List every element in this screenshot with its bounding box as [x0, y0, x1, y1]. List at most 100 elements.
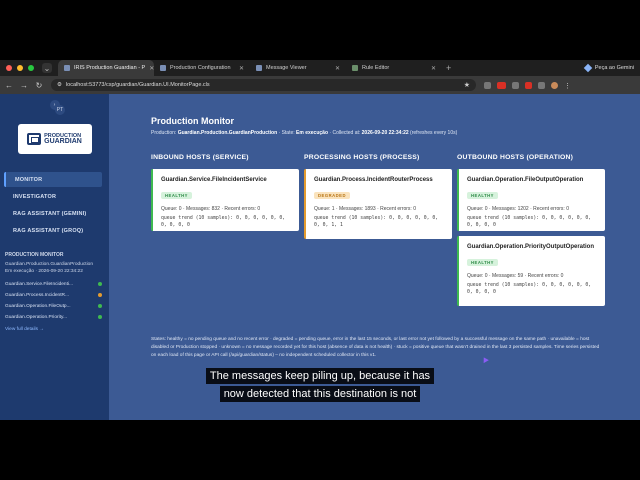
sidebar-host-item[interactable]: Guardian.Operation.FileOutp...	[5, 303, 102, 309]
tab-label: Message Viewer	[266, 65, 307, 71]
status-dot-icon	[98, 315, 102, 319]
queue-trend: queue trend (10 samples): 0, 0, 0, 0, 0,…	[467, 283, 592, 295]
host-stats: Queue: 1 · Messages: 1893 · Recent error…	[314, 206, 416, 212]
sidebar-host-label: Guardian.Operation.FileOutp...	[5, 303, 71, 309]
browser-menu-icon[interactable]: ⋮	[564, 82, 571, 90]
gemini-label: Peça ao Gemini	[594, 65, 634, 71]
sidebar-host-list: Guardian.Service.FileIncidenti... Guardi…	[0, 281, 109, 320]
sidebar-item-investigator[interactable]: INVESTIGATOR	[4, 189, 102, 204]
host-card-process[interactable]: Guardian.Process.IncidentRouterProcess D…	[304, 169, 452, 239]
tab-label: Rule Editor	[362, 65, 390, 71]
production-name: Guardian.Production.GuardianProduction	[177, 130, 278, 136]
profile-avatar[interactable]	[551, 81, 558, 89]
favicon-icon	[160, 65, 166, 71]
close-window-icon[interactable]	[6, 65, 12, 71]
browser-tab-strip: ⌄ IRIS Production Guardian - P ✕ Product…	[0, 60, 640, 76]
host-name: Guardian.Process.IncidentRouterProcess	[314, 177, 433, 183]
new-tab-icon[interactable]: +	[446, 63, 451, 73]
status-badge: HEALTHY	[467, 259, 498, 266]
processing-column: PROCESSING HOSTS (PROCESS) Guardian.Proc…	[304, 154, 454, 239]
queue-trend: queue trend (10 samples): 0, 0, 0, 0, 0,…	[467, 216, 592, 228]
sidebar-item-monitor[interactable]: MONITOR	[4, 172, 102, 187]
sidebar-host-item[interactable]: Guardian.Service.FileIncidenti...	[5, 281, 102, 287]
sidebar-top: ›	[0, 94, 109, 116]
inbound-title: INBOUND HOSTS (SERVICE)	[151, 154, 249, 161]
collected-prefix: · Collected at:	[329, 130, 361, 136]
host-card-priority-output[interactable]: Guardian.Operation.PriorityOutputOperati…	[457, 236, 605, 306]
states-legend: States: healthy = no pending queue and n…	[151, 337, 600, 358]
sidebar-item-rag-gemini[interactable]: RAG ASSISTANT (GEMINI)	[4, 206, 102, 221]
sidebar-host-item[interactable]: Guardian.Operation.Priority...	[5, 314, 102, 320]
production-state: Em execução	[296, 130, 329, 136]
sidebar-item-rag-groq[interactable]: RAG ASSISTANT (GROQ)	[4, 223, 102, 238]
reload-icon[interactable]: ↻	[33, 81, 45, 90]
gemini-icon	[583, 63, 593, 73]
status-badge: DEGRADED	[314, 192, 350, 199]
bookmark-star-icon[interactable]: ★	[464, 81, 470, 89]
minimize-window-icon[interactable]	[17, 65, 23, 71]
user-avatar[interactable]: PT	[55, 105, 65, 115]
url-text: localhost:53773/csp/guardian/Guardian.UI…	[65, 82, 210, 88]
gemini-button[interactable]: Peça ao Gemini	[583, 63, 634, 73]
production-summary: Production: Guardian.Production.Guardian…	[151, 130, 611, 136]
sidebar-item-label: INVESTIGATOR	[13, 193, 57, 200]
tab-label: Production Configuration	[170, 65, 231, 71]
close-tab-icon[interactable]: ✕	[431, 65, 436, 72]
sidebar-production-state: Em execução · 2026-09-20 22:34:22	[5, 268, 83, 274]
user-initials: PT	[56, 107, 64, 113]
sidebar-host-label: Guardian.Service.FileIncidenti...	[5, 281, 73, 287]
extension-icon[interactable]	[512, 81, 519, 89]
sidebar-nav: MONITOR INVESTIGATOR RAG ASSISTANT (GEMI…	[0, 172, 109, 238]
processing-title: PROCESSING HOSTS (PROCESS)	[304, 154, 420, 161]
adblock-extension-icon[interactable]	[497, 81, 506, 89]
favicon-icon	[256, 65, 262, 71]
video-caption: The messages keep piling up, because it …	[0, 366, 640, 402]
caption-line-1: The messages keep piling up, because it …	[205, 368, 435, 384]
sidebar-section-title: PRODUCTION MONITOR	[5, 252, 64, 258]
host-card-file-output[interactable]: Guardian.Operation.FileOutputOperation H…	[457, 169, 605, 231]
browser-tab[interactable]: IRIS Production Guardian - P ✕	[58, 60, 154, 76]
inbound-column: INBOUND HOSTS (SERVICE) Guardian.Service…	[151, 154, 301, 231]
site-info-icon[interactable]: ⚙	[57, 82, 62, 88]
host-stats: Queue: 0 · Messages: 1202 · Recent error…	[467, 206, 569, 212]
address-bar[interactable]: ⚙ localhost:53773/csp/guardian/Guardian.…	[51, 79, 476, 91]
extensions-puzzle-icon[interactable]	[538, 81, 545, 89]
close-tab-icon[interactable]: ✕	[335, 65, 340, 72]
queue-trend: queue trend (10 samples): 0, 0, 0, 0, 0,…	[161, 216, 286, 228]
caption-line-2: now detected that this destination is no…	[219, 386, 421, 402]
browser-tab[interactable]: Message Viewer ✕	[250, 60, 346, 76]
host-name: Guardian.Operation.FileOutputOperation	[467, 177, 584, 183]
host-card-service[interactable]: Guardian.Service.FileIncidentService HEA…	[151, 169, 299, 231]
host-stats: Queue: 0 · Messages: 832 · Recent errors…	[161, 206, 261, 212]
status-dot-icon	[98, 304, 102, 308]
app-logo: PRODUCTION GUARDIAN	[17, 124, 92, 154]
sidebar-item-label: RAG ASSISTANT (GROQ)	[13, 227, 84, 234]
main-content: Production Monitor Production: Guardian.…	[151, 116, 611, 306]
back-arrow-icon[interactable]: ←	[3, 81, 15, 90]
sidebar-item-label: RAG ASSISTANT (GEMINI)	[13, 210, 87, 217]
close-tab-icon[interactable]: ✕	[239, 65, 244, 72]
host-name: Guardian.Operation.PriorityOutputOperati…	[467, 244, 595, 250]
browser-tab[interactable]: Production Configuration ✕	[154, 60, 250, 76]
view-details-link[interactable]: View full details →	[5, 327, 109, 332]
sidebar-production-meta: Guardian.Production.GuardianProduction E…	[5, 262, 109, 275]
outbound-column: OUTBOUND HOSTS (OPERATION) Guardian.Oper…	[457, 154, 607, 306]
sidebar-item-label: MONITOR	[15, 176, 43, 183]
maximize-window-icon[interactable]	[28, 65, 34, 71]
status-badge: HEALTHY	[467, 192, 498, 199]
host-stats: Queue: 0 · Messages: 59 · Recent errors:…	[467, 273, 564, 279]
logo-line-2: GUARDIAN	[44, 138, 82, 145]
production-prefix: Production:	[151, 130, 177, 136]
extension-icon[interactable]	[484, 81, 491, 89]
extension-icon[interactable]	[525, 81, 532, 89]
browser-tab[interactable]: Rule Editor ✕	[346, 60, 442, 76]
sidebar-host-item[interactable]: Guardian.Process.IncidentR...	[5, 292, 102, 298]
tab-search-chevron-icon[interactable]: ⌄	[42, 63, 52, 73]
sidebar-host-label: Guardian.Operation.Priority...	[5, 314, 68, 320]
logo-text: PRODUCTION GUARDIAN	[44, 133, 82, 145]
refresh-note: (refreshes every 10s)	[410, 130, 458, 136]
status-dot-icon	[98, 282, 102, 286]
queue-trend: queue trend (10 samples): 0, 0, 0, 0, 0,…	[314, 216, 439, 228]
forward-arrow-icon[interactable]: →	[18, 81, 30, 90]
browser-toolbar: ← → ↻ ⚙ localhost:53773/csp/guardian/Gua…	[0, 76, 640, 94]
